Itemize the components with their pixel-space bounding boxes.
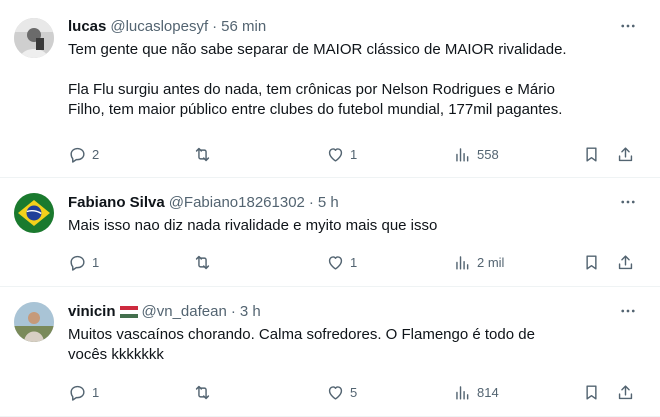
display-name[interactable]: Fabiano Silva (68, 194, 165, 211)
timestamp[interactable]: 56 min (221, 18, 266, 35)
views-count: 2 mil (477, 254, 505, 270)
retweet-icon (195, 255, 210, 269)
share-icon (618, 384, 633, 399)
tweet-text-line: Tem gente que não sabe separar de MAIOR … (68, 41, 567, 58)
like-button[interactable]: 1 (326, 144, 357, 164)
display-name[interactable]: lucas (68, 18, 106, 35)
views-chart-icon (456, 147, 469, 162)
bookmark-button[interactable] (582, 382, 601, 402)
reply-icon (70, 385, 85, 401)
heart-icon (328, 255, 343, 270)
tweet-body: vinicin @vn_dafean · 3 h Muitos vascaíno… (68, 299, 644, 365)
avatar[interactable] (14, 18, 54, 58)
tweet-header: vinicin @vn_dafean · 3 h (68, 299, 644, 323)
reply-icon (70, 255, 85, 271)
reply-icon (70, 147, 85, 163)
bookmark-button[interactable] (582, 252, 601, 272)
views-chart-icon (456, 385, 469, 400)
views-count: 814 (477, 384, 499, 400)
retweet-button[interactable] (193, 144, 217, 164)
views-button[interactable]: 2 mil (453, 252, 504, 272)
views-count: 558 (477, 146, 499, 162)
reply-button[interactable]: 2 (68, 144, 99, 164)
like-count: 5 (350, 384, 358, 400)
more-horizontal-icon[interactable] (618, 192, 638, 212)
tweet-header: lucas @lucaslopesyf · 56 min (68, 14, 644, 38)
reply-button[interactable]: 1 (68, 252, 99, 272)
bookmark-icon (586, 146, 597, 162)
retweet-button[interactable] (193, 382, 217, 402)
action-bar: 1 1 2 mil (68, 252, 644, 272)
share-button[interactable] (616, 144, 635, 164)
user-handle[interactable]: @vn_dafean (142, 303, 227, 320)
tweet-text-line: Mais isso nao diz nada rivalidade e myit… (68, 217, 438, 234)
bookmark-button[interactable] (582, 144, 601, 164)
more-horizontal-icon[interactable] (618, 16, 638, 36)
avatar[interactable] (14, 302, 54, 342)
views-button[interactable]: 814 (453, 382, 499, 402)
separator-dot: · (212, 17, 218, 35)
action-bar: 1 5 814 (68, 382, 644, 402)
tweet[interactable]: lucas @lucaslopesyf · 56 min Tem gente q… (0, 0, 660, 178)
tweet-text: Tem gente que não sabe separar de MAIOR … (68, 40, 644, 120)
reply-count: 2 (92, 146, 100, 162)
avatar[interactable] (14, 193, 54, 233)
tweet-text-line: vocês kkkkkkk (68, 346, 164, 363)
like-button[interactable]: 5 (326, 382, 357, 402)
tweet-body: Fabiano Silva @Fabiano18261302 · 5 h Mai… (68, 190, 644, 236)
retweet-icon (195, 147, 210, 161)
share-button[interactable] (616, 252, 635, 272)
separator-dot: · (230, 302, 236, 320)
more-horizontal-icon[interactable] (618, 301, 638, 321)
bookmark-icon (586, 384, 597, 400)
reply-count: 1 (92, 384, 100, 400)
retweet-button[interactable] (193, 252, 217, 272)
tweet-header: Fabiano Silva @Fabiano18261302 · 5 h (68, 190, 644, 214)
share-icon (618, 146, 633, 161)
user-handle[interactable]: @lucaslopesyf (110, 18, 208, 35)
like-count: 1 (350, 146, 358, 162)
retweet-icon (195, 385, 210, 399)
hungary-flag-icon (119, 305, 138, 318)
user-handle[interactable]: @Fabiano18261302 (169, 194, 305, 211)
views-chart-icon (456, 255, 469, 270)
action-bar: 2 1 558 (68, 144, 644, 164)
views-button[interactable]: 558 (453, 144, 499, 164)
tweet-text: Muitos vascaínos chorando. Calma sofredo… (68, 325, 644, 365)
heart-icon (328, 385, 343, 400)
share-button[interactable] (616, 382, 635, 402)
timestamp[interactable]: 3 h (240, 303, 261, 320)
display-name[interactable]: vinicin (68, 303, 116, 320)
tweet-text-line: Fla Flu surgiu antes do nada, tem crônic… (68, 81, 555, 98)
timestamp[interactable]: 5 h (318, 194, 339, 211)
reply-count: 1 (92, 254, 100, 270)
tweet-body: lucas @lucaslopesyf · 56 min Tem gente q… (68, 14, 644, 120)
tweet-text-line: Filho, tem maior público entre clubes do… (68, 101, 563, 118)
reply-feed: lucas @lucaslopesyf · 56 min Tem gente q… (0, 0, 660, 417)
like-count: 1 (350, 254, 358, 270)
tweet[interactable]: vinicin @vn_dafean · 3 h Muitos vascaíno… (0, 287, 660, 417)
separator-dot: · (308, 193, 314, 211)
heart-icon (328, 147, 343, 162)
tweet-text: Mais isso nao diz nada rivalidade e myit… (68, 216, 644, 236)
reply-button[interactable]: 1 (68, 382, 99, 402)
like-button[interactable]: 1 (326, 252, 357, 272)
tweet[interactable]: Fabiano Silva @Fabiano18261302 · 5 h Mai… (0, 178, 660, 287)
bookmark-icon (586, 254, 597, 270)
tweet-text-line: Muitos vascaínos chorando. Calma sofredo… (68, 326, 535, 343)
share-icon (618, 254, 633, 269)
